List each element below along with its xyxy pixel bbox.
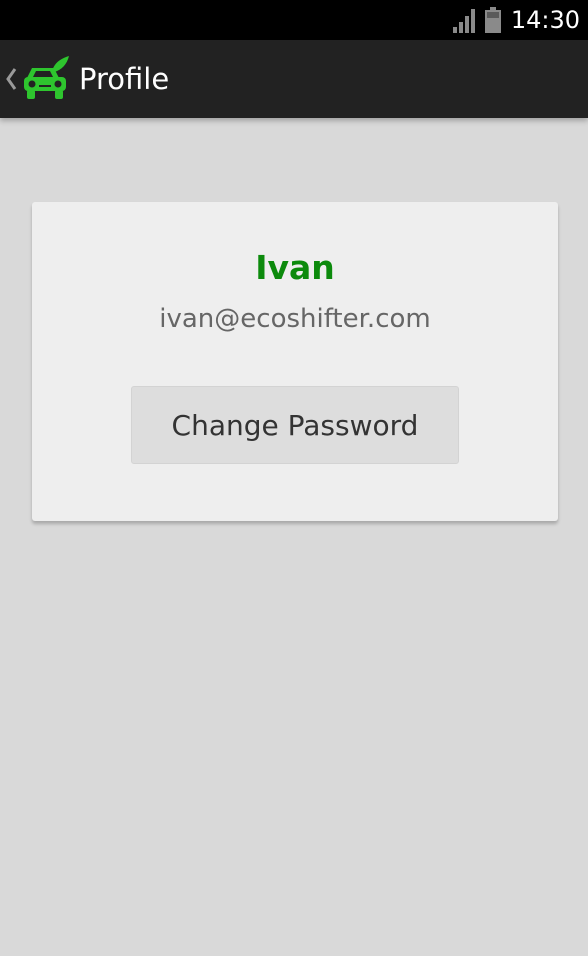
user-name: Ivan [255,248,335,287]
page-title: Profile [79,62,170,96]
up-navigation-button[interactable]: Profile [0,40,170,118]
status-icons: 14:30 [452,0,580,40]
back-chevron-icon [6,68,17,90]
profile-card: Ivan ivan@ecoshifter.com Change Password [32,202,558,521]
status-clock: 14:30 [510,6,580,34]
action-bar: Profile [0,40,588,118]
battery-icon [484,7,501,33]
user-email: ivan@ecoshifter.com [159,304,431,334]
change-password-button[interactable]: Change Password [131,386,459,464]
signal-icon [452,9,475,33]
status-bar: 14:30 [0,0,588,40]
car-leaf-logo-icon [24,56,69,99]
